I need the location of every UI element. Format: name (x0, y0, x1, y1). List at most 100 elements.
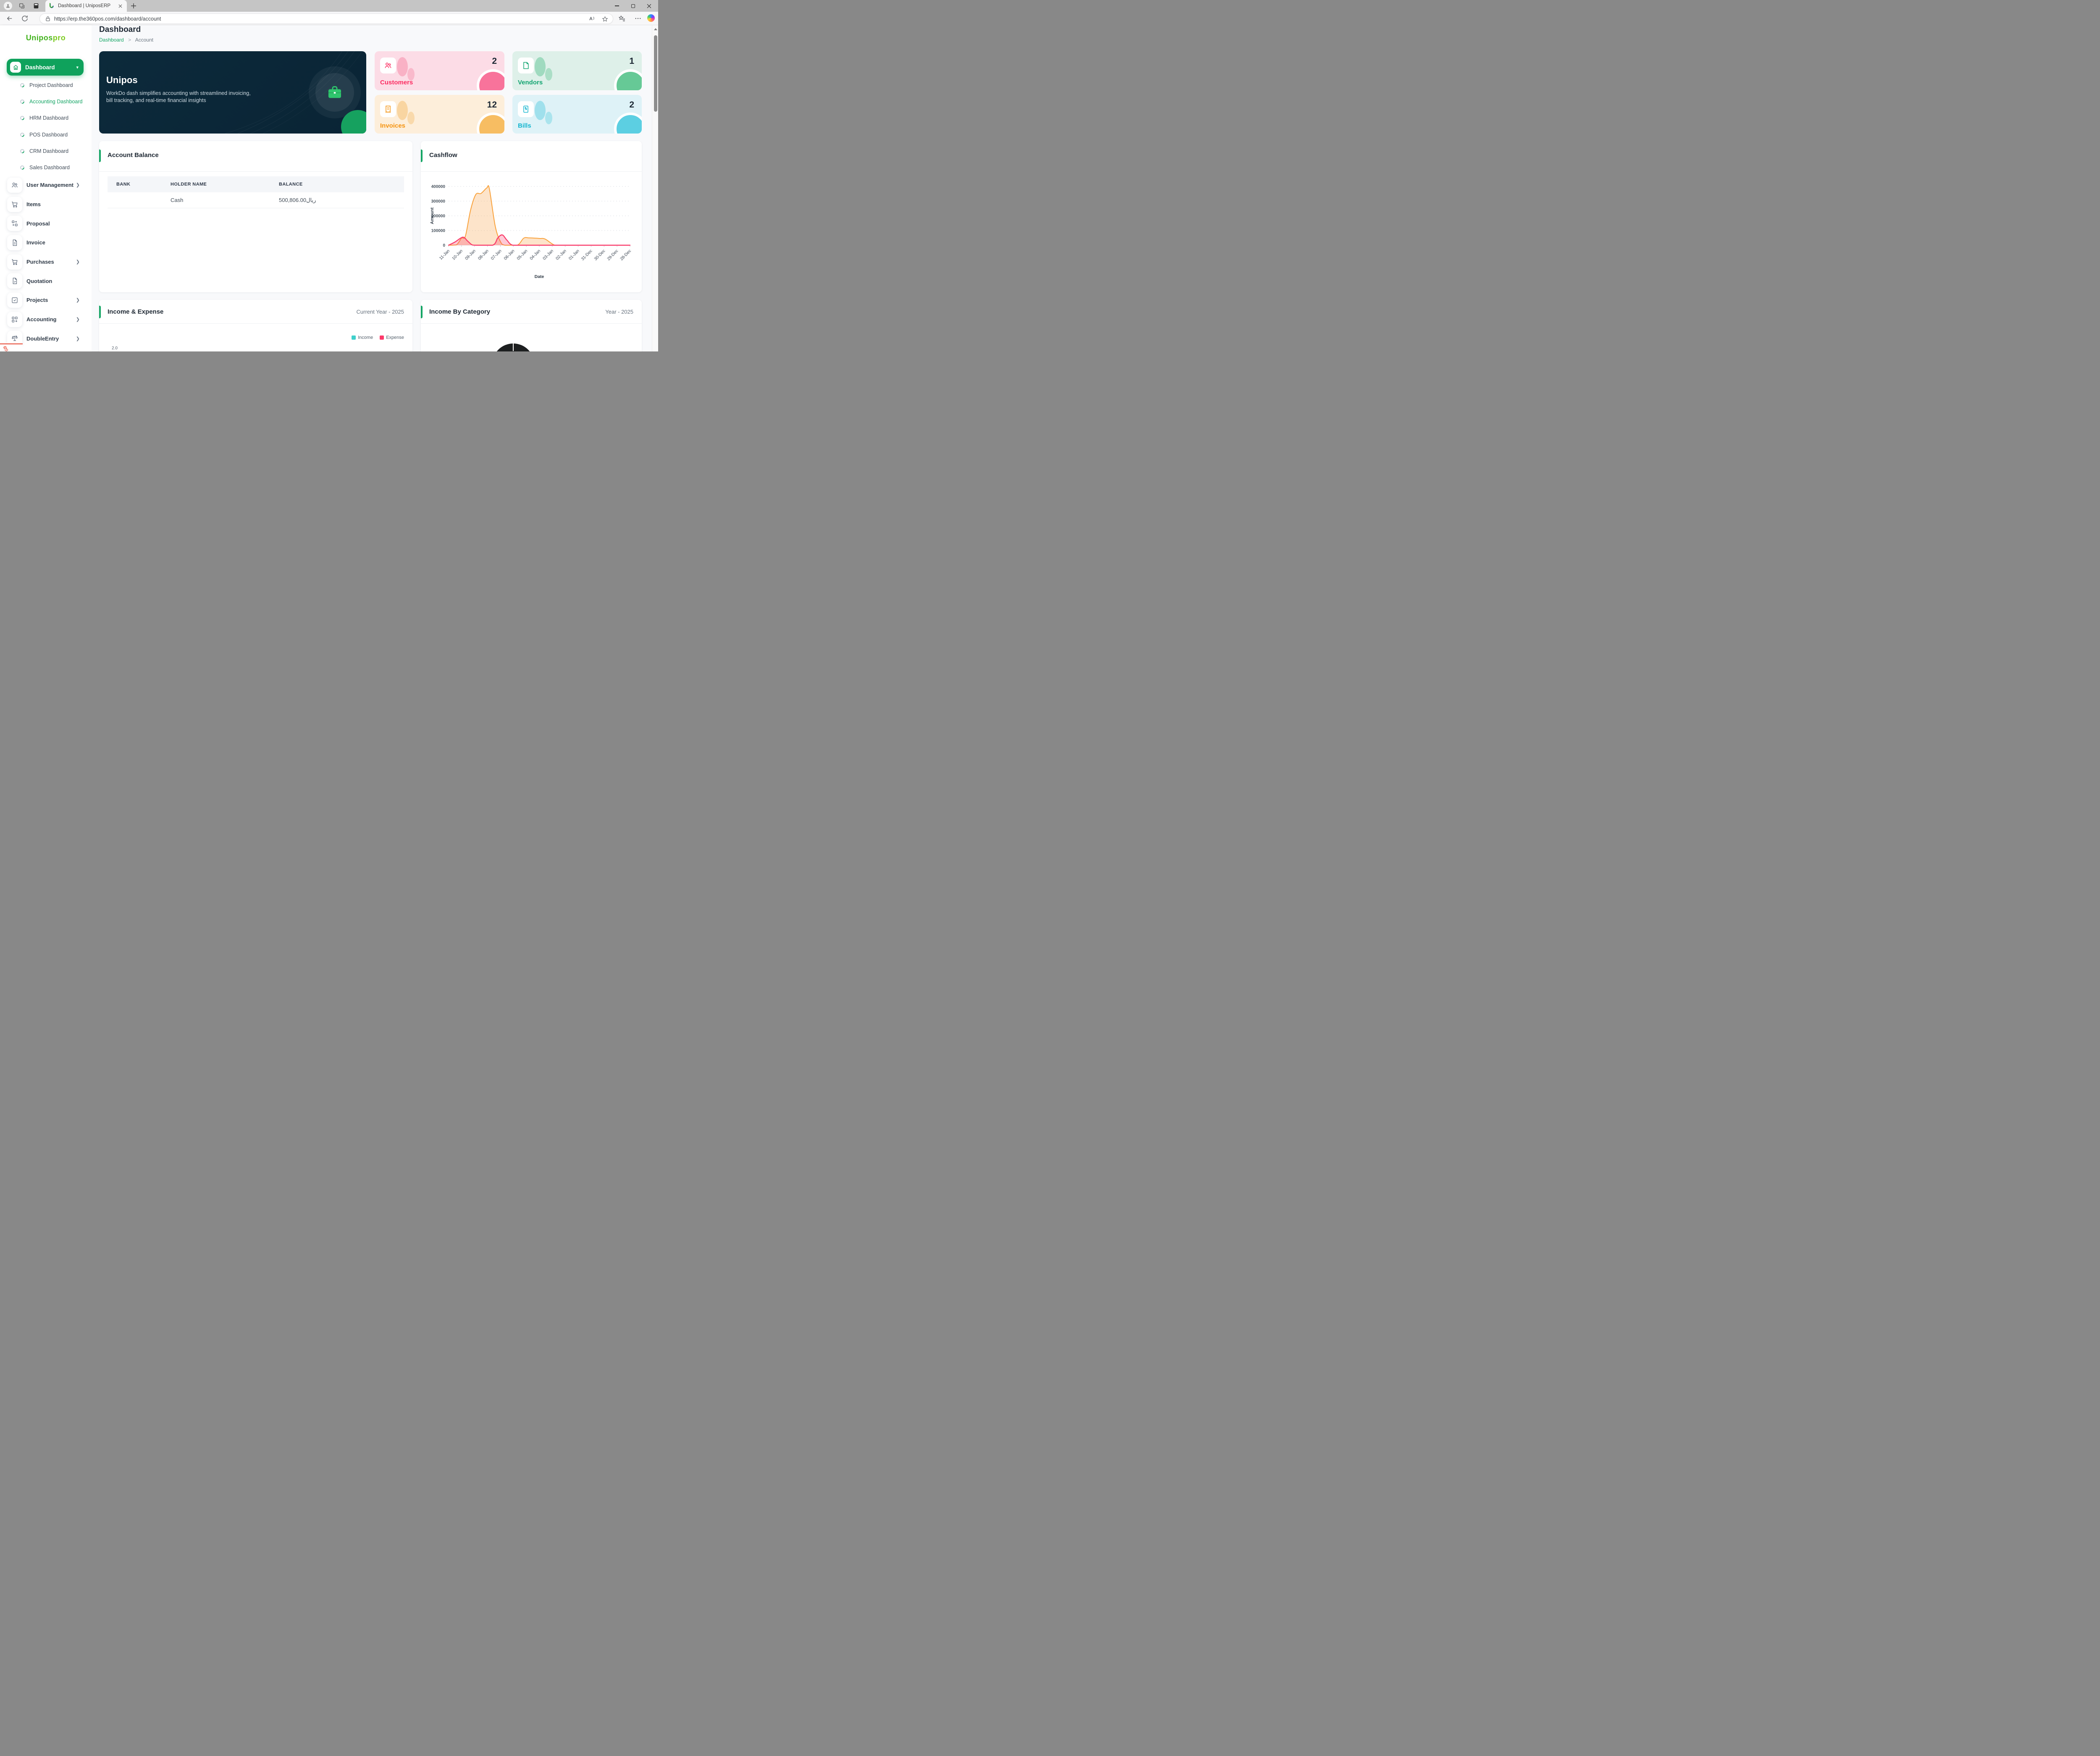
cashflow-y-tick: 300000 (431, 199, 446, 204)
cashflow-chart: 400000300000200000100000011-Jan10-Jan09-… (421, 141, 642, 286)
window-close-button[interactable] (640, 0, 658, 12)
laravel-icon (3, 345, 9, 351)
sidebar-item-user-management[interactable]: User Management❯ (0, 176, 92, 195)
decor-corner (614, 113, 642, 134)
sidebar-subitem-crm-dashboard[interactable]: CRM Dashboard (0, 143, 92, 159)
tab-close-icon[interactable] (117, 3, 123, 9)
stat-card-bills[interactable]: 2 Bills (512, 95, 642, 134)
vertical-scrollbar[interactable] (652, 25, 658, 351)
sidebar-item-items[interactable]: Items (0, 195, 92, 214)
scrollbar-thumb[interactable] (654, 35, 657, 112)
sidebar-item-invoice[interactable]: Invoice (0, 233, 92, 252)
grid-plus-icon (7, 312, 22, 327)
breadcrumb: Dashboard > Account (99, 37, 153, 43)
favorites-list-icon[interactable] (618, 15, 626, 22)
cashflow-x-tick: 07-Jan (490, 249, 502, 261)
sidebar-item-quotation[interactable]: Quotation (0, 271, 92, 291)
sidebar-item-dashboard[interactable]: Dashboard ▾ (7, 59, 84, 76)
stat-label: Vendors (518, 79, 543, 86)
browser-toolbar: https://erp.the360pos.com/dashboard/acco… (0, 12, 658, 25)
column-balance: BALANCE (279, 182, 404, 187)
browser-window: Dashboard | UniposERP https://erp.the360… (0, 0, 658, 351)
stat-card-vendors[interactable]: 1 Vendors (512, 51, 642, 90)
breadcrumb-dashboard[interactable]: Dashboard (99, 37, 124, 43)
app-logo[interactable]: Unipospro (0, 34, 92, 42)
profile-avatar[interactable] (4, 2, 12, 10)
legend-swatch (380, 335, 384, 340)
partial-y-tick: 2.0 (112, 346, 118, 351)
sidebar-item-label: Dashboard (25, 64, 76, 71)
cashflow-x-tick: 08-Jan (477, 249, 489, 261)
banner-title: Unipos (106, 75, 138, 86)
favorite-star-icon[interactable] (602, 16, 608, 22)
panel-period: Current Year - 2025 (357, 309, 404, 315)
income-expense-panel: Income & Expense Current Year - 2025 Inc… (99, 300, 412, 351)
read-aloud-icon[interactable]: A (589, 16, 596, 23)
table-header: BANK HOLDER NAME BALANCE (108, 176, 404, 192)
circle-icon (19, 131, 25, 137)
cashflow-x-tick: 29-Dec (606, 249, 620, 262)
stat-value: 2 (629, 100, 634, 110)
cashflow-y-axis-label: Amount (430, 207, 435, 224)
cashflow-x-tick: 01-Jan (568, 249, 580, 261)
decor-bubble (535, 101, 546, 120)
tab-title: Dashboard | UniposERP (58, 3, 117, 8)
decor-corner (477, 69, 504, 90)
vendors-icon (518, 58, 534, 73)
circle-icon (19, 165, 25, 170)
sidebar-subitem-project-dashboard[interactable]: Project Dashboard (0, 77, 92, 93)
sidebar-mainlist: User Management❯ Items Proposal Invoice … (0, 176, 92, 348)
cashflow-y-tick: 400000 (431, 185, 446, 189)
briefcase-icon (326, 84, 343, 101)
cart-icon (7, 254, 22, 270)
copilot-icon[interactable] (647, 14, 655, 22)
divider (99, 171, 412, 172)
sidebar-item-purchases[interactable]: Purchases❯ (0, 252, 92, 272)
scrollbar-up-arrow[interactable] (654, 28, 657, 30)
back-icon[interactable] (6, 15, 13, 22)
sidebar-subitem-sales-dashboard[interactable]: Sales Dashboard (0, 159, 92, 176)
sidebar-subitem-accounting-dashboard[interactable]: Accounting Dashboard (0, 93, 92, 110)
file-text-icon (7, 235, 22, 250)
legend-expense: Expense (380, 335, 404, 340)
sidebar-subitem-hrm-dashboard[interactable]: HRM Dashboard (0, 110, 92, 126)
category-pie-chart (421, 323, 642, 351)
tab-actions-icon[interactable] (33, 3, 39, 9)
cashflow-x-tick: 06-Jan (503, 249, 515, 261)
chevron-right-icon: ❯ (76, 259, 80, 265)
site-info-lock-icon[interactable] (45, 16, 51, 22)
breadcrumb-separator: > (128, 37, 131, 43)
cashflow-x-tick: 11-Jan (438, 249, 451, 261)
browser-titlebar: Dashboard | UniposERP (0, 0, 658, 12)
browser-tab[interactable]: Dashboard | UniposERP (45, 0, 127, 12)
address-bar[interactable]: https://erp.the360pos.com/dashboard/acco… (39, 13, 613, 24)
sidebar-item-proposal[interactable]: Proposal (0, 214, 92, 233)
chevron-down-icon: ▾ (76, 65, 79, 70)
new-tab-icon[interactable] (130, 3, 137, 9)
table-row: Cash 500,806.00ريال (108, 192, 404, 208)
panel-accent (99, 149, 101, 162)
sidebar-subitem-pos-dashboard[interactable]: POS Dashboard (0, 126, 92, 143)
stat-card-customers[interactable]: 2 Customers (375, 51, 504, 90)
refresh-icon[interactable] (21, 15, 29, 22)
decor-bubble (545, 68, 552, 81)
url-text[interactable]: https://erp.the360pos.com/dashboard/acco… (54, 16, 161, 22)
cell-balance: 500,806.00ريال (279, 197, 404, 204)
cashflow-x-tick: 03-Jan (542, 249, 554, 261)
circle-icon (19, 115, 25, 121)
dashboard-sublist: Project Dashboard Accounting Dashboard H… (0, 77, 92, 176)
laravel-debugbar[interactable] (0, 343, 23, 351)
column-bank: BANK (108, 182, 171, 187)
blocks-swap-icon (7, 216, 22, 231)
circle-icon (19, 82, 25, 88)
cashflow-x-tick: 30-Dec (593, 249, 606, 262)
chevron-right-icon: ❯ (76, 297, 80, 303)
settings-dots-icon[interactable] (634, 15, 642, 22)
sidebar-item-projects[interactable]: Projects❯ (0, 291, 92, 310)
stat-card-invoices[interactable]: 12 Invoices (375, 95, 504, 134)
stat-label: Invoices (380, 122, 405, 129)
chevron-right-icon: ❯ (76, 336, 80, 341)
sidebar-item-accounting[interactable]: Accounting❯ (0, 310, 92, 329)
workspaces-icon[interactable] (18, 3, 25, 9)
cashflow-x-tick: 10-Jan (452, 249, 464, 261)
